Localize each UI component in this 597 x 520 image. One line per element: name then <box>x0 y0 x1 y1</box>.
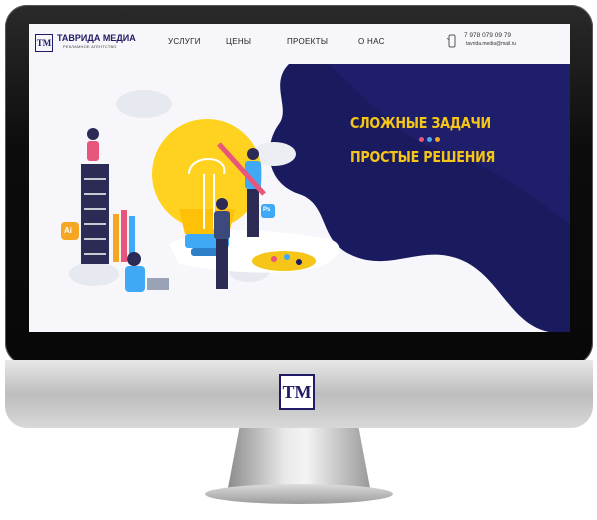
brand-tagline: РЕКЛАМНОЕ АГЕНТСТВО <box>63 44 117 49</box>
phone-icon <box>446 34 456 48</box>
contact-phone[interactable]: 7 978 079 09 79 <box>464 32 511 39</box>
dot-pink <box>419 137 424 142</box>
nav-item-projects[interactable]: ПРОЕКТЫ <box>287 37 328 46</box>
figure-sitting-head <box>127 252 141 266</box>
figure-woman-body <box>87 141 99 161</box>
nav-item-services[interactable]: УСЛУГИ <box>168 37 201 46</box>
cloud-left <box>116 90 172 118</box>
monitor-base <box>205 484 393 504</box>
monitor-stand <box>228 428 370 488</box>
top-navigation: TM ТАВРИДА МЕДИА РЕКЛАМНОЕ АГЕНТСТВО УСЛ… <box>29 24 570 64</box>
pencil-red <box>121 210 127 262</box>
figure-standing-head <box>216 198 228 210</box>
dot-blue <box>427 137 432 142</box>
hero-headline-line1: СЛОЖНЫЕ ЗАДАЧИ <box>350 114 491 132</box>
imac-monitor: TM TM ТАВРИДА МЕДИА РЕКЛАМНОЕ АГЕНТСТВО … <box>0 0 597 520</box>
nav-item-about[interactable]: О НАС <box>358 37 385 46</box>
figure-woman-head <box>87 128 99 140</box>
paint-palette <box>252 251 316 271</box>
hero-dots <box>419 137 440 142</box>
figure-sitting-body <box>125 266 145 292</box>
chin-logo: TM <box>279 374 315 410</box>
hero-illustration <box>61 64 570 332</box>
contact-email[interactable]: tavrida.media@mail.ru <box>466 41 516 47</box>
brand-logo-icon[interactable]: TM <box>35 34 53 52</box>
brand-name[interactable]: ТАВРИДА МЕДИА <box>57 33 136 43</box>
cloud-bottom-left <box>69 262 119 286</box>
illustrator-badge-label: Ai <box>64 226 72 235</box>
laptop <box>147 278 169 290</box>
dot-orange <box>435 137 440 142</box>
pencil-orange <box>113 214 119 262</box>
figure-pencil-legs <box>247 189 259 237</box>
photoshop-badge-label: Ps <box>263 207 271 213</box>
website-screen: TM ТАВРИДА МЕДИА РЕКЛАМНОЕ АГЕНТСТВО УСЛ… <box>29 24 570 332</box>
nav-item-prices[interactable]: ЦЕНЫ <box>226 37 251 46</box>
figure-standing-body <box>214 211 230 239</box>
figure-pencil-head <box>247 148 259 160</box>
hero-headline-line2: ПРОСТЫЕ РЕШЕНИЯ <box>350 148 496 166</box>
figure-standing-legs <box>216 239 228 289</box>
